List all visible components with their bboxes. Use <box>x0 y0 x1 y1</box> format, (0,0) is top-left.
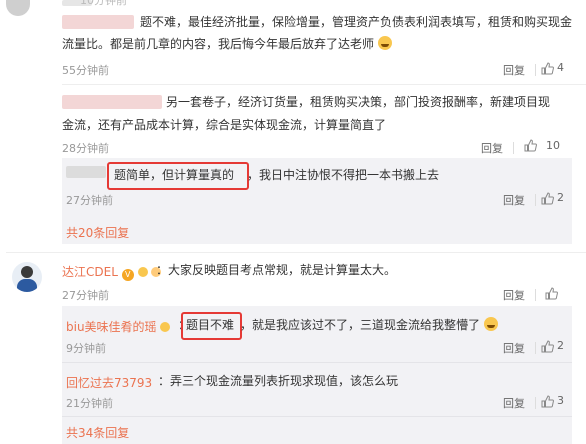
comment-text: ：大家反映题目考点常规，就是计算量太大。 <box>156 263 397 277</box>
comment-timestamp: 21分钟前 <box>66 397 113 410</box>
sub-reply-text: ，我日中注协恨不得把一本书搬上去 <box>247 168 440 182</box>
like-count: 3 <box>557 394 564 407</box>
like-count: 2 <box>557 191 564 204</box>
reply-button[interactable]: 回复 <box>503 62 525 78</box>
comment-text: 题不难，最佳经济批量，保险增量，管理资产负债表利润表填写，租赁和购买现金 <box>140 15 573 29</box>
more-replies-link[interactable]: 共20条回复 <box>66 224 129 241</box>
comment-timestamp: 27分钟前 <box>62 289 109 302</box>
thumbs-up-icon[interactable] <box>545 287 558 300</box>
divider <box>535 289 536 301</box>
comment-timestamp: 27分钟前 <box>66 194 113 207</box>
crying-emoji-icon <box>377 36 392 50</box>
sub-reply-author[interactable]: 回忆过去73793 <box>66 374 152 391</box>
divider <box>535 194 536 206</box>
divider <box>6 252 586 253</box>
like-count: 2 <box>557 339 564 352</box>
comment-text: 另一套卷子，经济订货量，租赁购买决策，部门投资报酬率，新建项目现 <box>166 95 551 109</box>
divider <box>62 84 586 85</box>
medal-icon <box>160 322 171 332</box>
red-highlight-box <box>107 162 249 190</box>
reply-button[interactable]: 回复 <box>503 287 525 303</box>
thumbs-up-icon[interactable] <box>541 62 554 75</box>
blurred-username[interactable] <box>62 15 134 29</box>
thumbs-up-icon[interactable] <box>541 395 554 408</box>
more-replies-bar <box>62 218 572 244</box>
like-count: 10 <box>546 139 560 152</box>
comment-author[interactable]: 达江CDEL V <box>62 263 162 281</box>
divider <box>535 64 536 76</box>
sub-reply-text: ：弄三个现金流量列表折现求现值，该怎么玩 <box>158 374 399 388</box>
reply-button[interactable]: 回复 <box>481 140 503 156</box>
sub-reply-text: ，就是我应该过不了，三道现金流给我整懵了 <box>240 314 498 336</box>
thumbs-up-icon[interactable] <box>541 192 554 205</box>
avatar[interactable] <box>6 0 30 16</box>
comment-text-line: 流量比。都是前几章的内容，我后悔今年最后放弃了达老师 <box>62 37 375 51</box>
blurred-username[interactable] <box>66 166 106 178</box>
sub-reply-text-line: ，就是我应该过不了，三道现金流给我整懵了 <box>240 318 481 332</box>
thumbs-up-icon[interactable] <box>524 139 537 152</box>
comment-timestamp: 55分钟前 <box>62 64 109 77</box>
avatar[interactable] <box>12 262 42 292</box>
author-name: biu美味佳肴的瑶 <box>66 320 157 334</box>
comment-text: 金流，还有产品成本计算，综合是实体现金流，计算量简直了 <box>62 118 387 132</box>
crying-emoji-icon <box>483 317 498 331</box>
divider <box>62 416 572 417</box>
more-replies-link[interactable]: 共34条回复 <box>66 424 129 441</box>
like-count: 4 <box>557 61 564 74</box>
medal-icon <box>137 267 148 277</box>
divider <box>535 397 536 409</box>
reply-button[interactable]: 回复 <box>503 340 525 356</box>
sub-reply-author[interactable]: biu美味佳肴的瑶 <box>66 318 171 335</box>
red-highlight-box <box>181 312 242 340</box>
comment-timestamp: 9分钟前 <box>66 342 106 355</box>
divider <box>513 142 514 154</box>
comment-timestamp: 10分钟前 <box>80 0 127 7</box>
divider <box>62 362 572 363</box>
reply-button[interactable]: 回复 <box>503 192 525 208</box>
thumbs-up-icon[interactable] <box>541 340 554 353</box>
comment-text: 流量比。都是前几章的内容，我后悔今年最后放弃了达老师 <box>62 33 392 55</box>
divider <box>535 342 536 354</box>
comment-timestamp: 28分钟前 <box>62 142 109 155</box>
author-name: 达江CDEL <box>62 265 118 279</box>
reply-button[interactable]: 回复 <box>503 395 525 411</box>
verified-badge-icon: V <box>121 269 134 281</box>
blurred-username[interactable] <box>62 95 162 109</box>
